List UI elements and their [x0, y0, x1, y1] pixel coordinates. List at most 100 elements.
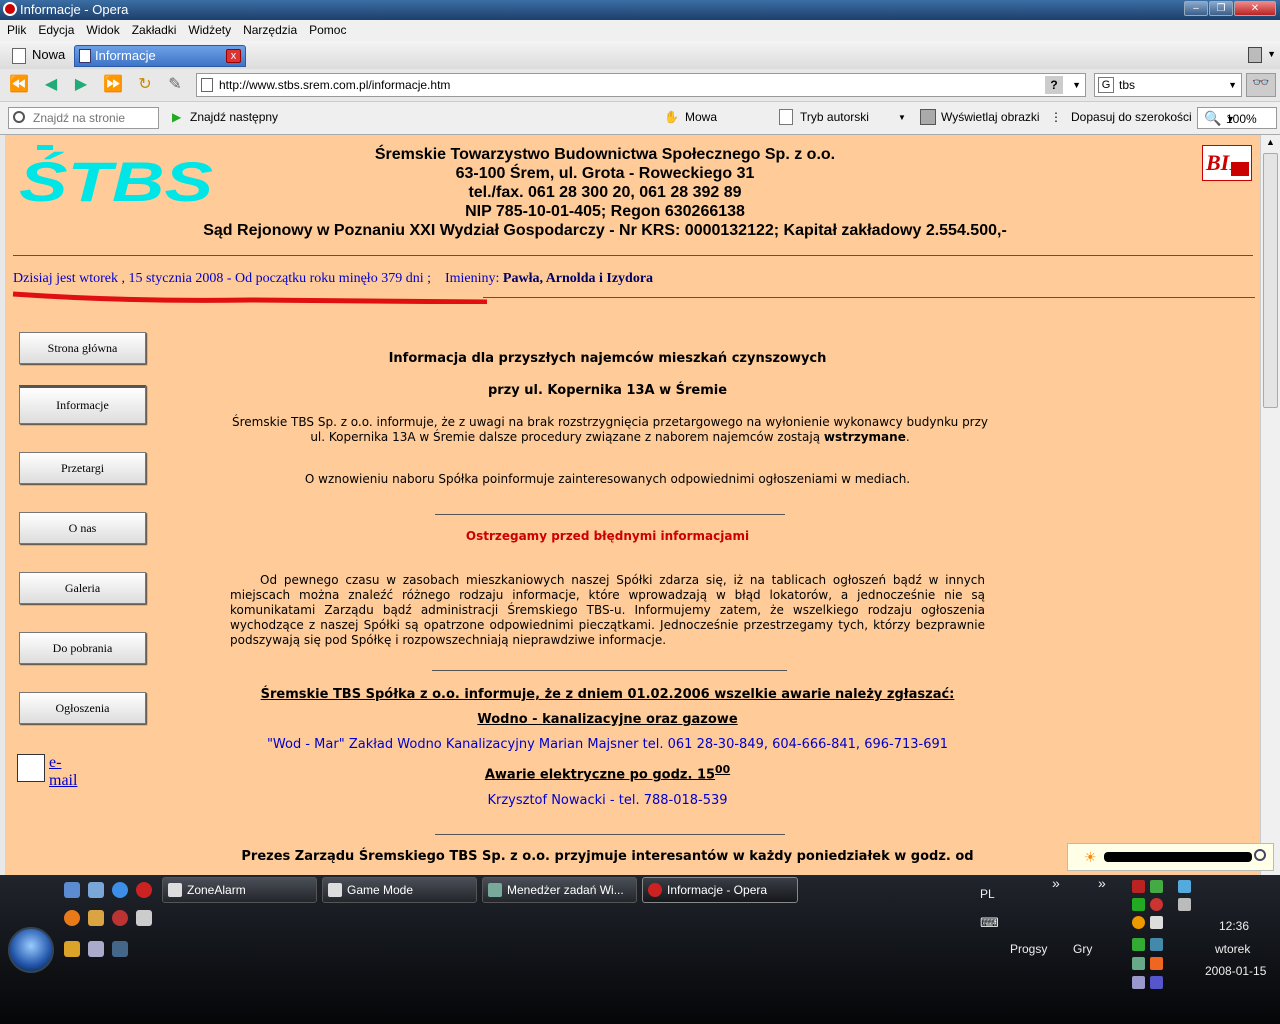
internet-explorer-icon[interactable]: [112, 882, 128, 898]
menu-item[interactable]: Zakładki: [125, 20, 182, 37]
shield-icon[interactable]: [1150, 898, 1163, 911]
clock-date[interactable]: 2008-01-15: [1205, 964, 1266, 978]
nav-przetargi[interactable]: Przetargi: [19, 452, 146, 484]
taskbar-opera[interactable]: Informacje - Opera: [642, 877, 798, 903]
network-icon[interactable]: [1178, 880, 1191, 893]
desktop-icon[interactable]: [64, 882, 80, 898]
tab-informacje[interactable]: Informacje x: [74, 45, 246, 67]
navigation-bar: ⏪ ◀ ▶ ⏩ ↻ ✎ ? ▼ G ▼ 👓: [0, 69, 1280, 102]
nav-galeria[interactable]: Galeria: [19, 572, 146, 604]
menu-item[interactable]: Widżety: [181, 20, 236, 37]
chevron-down-icon[interactable]: ▼: [1072, 80, 1081, 90]
taskbar-zonealarm[interactable]: ZoneAlarm: [162, 877, 317, 903]
opera-icon[interactable]: [136, 882, 152, 898]
url-input[interactable]: [219, 77, 1019, 93]
electric-heading-sup: 00: [715, 763, 731, 776]
vertical-scrollbar[interactable]: ▲: [1260, 135, 1280, 875]
taskbar-task-manager[interactable]: Menedżer zadań Wi...: [482, 877, 637, 903]
tray-icon[interactable]: [1150, 976, 1163, 989]
chevron-down-icon[interactable]: ▼: [1226, 114, 1272, 124]
search-box[interactable]: G ▼: [1094, 73, 1242, 97]
clock-day[interactable]: wtorek: [1215, 942, 1250, 956]
monitor-icon[interactable]: [1150, 916, 1163, 929]
volume-icon[interactable]: [1178, 898, 1191, 911]
back-icon[interactable]: ◀: [40, 75, 62, 95]
language-indicator[interactable]: PL: [980, 887, 995, 901]
nav-ogloszenia[interactable]: Ogłoszenia: [19, 692, 146, 724]
google-icon[interactable]: G: [1098, 77, 1114, 93]
scrollbar-thumb[interactable]: [1263, 153, 1278, 408]
start-button[interactable]: [8, 927, 54, 973]
app-icon[interactable]: [112, 910, 128, 926]
stbs-logo: ŚTBS: [19, 145, 213, 207]
find-field[interactable]: [8, 107, 159, 129]
minimize-button[interactable]: –: [1184, 1, 1208, 16]
zoom-select[interactable]: 🔍 100% ▼: [1197, 107, 1277, 129]
chevron-down-icon[interactable]: ▼: [1228, 80, 1237, 90]
search-icon[interactable]: [1254, 849, 1266, 861]
chevron-icon[interactable]: »: [1052, 875, 1060, 891]
fit-width-button[interactable]: Dopasuj do szerokości: [1071, 110, 1192, 124]
media-icon[interactable]: [64, 941, 80, 957]
menu-item[interactable]: Edycja: [31, 20, 79, 37]
search-input[interactable]: [1119, 77, 1219, 93]
nav-o-nas[interactable]: O nas: [19, 512, 146, 544]
new-tab-button[interactable]: Nowa: [6, 45, 68, 67]
tray-icon[interactable]: [1132, 976, 1145, 989]
tray-icon[interactable]: [1132, 938, 1145, 951]
tray-icon[interactable]: [1132, 957, 1145, 970]
menu-item[interactable]: Narzędzia: [236, 20, 302, 37]
taskbar-game-mode[interactable]: Game Mode: [322, 877, 477, 903]
email-link[interactable]: e-mail: [49, 754, 77, 790]
header-line: tel./fax. 061 28 300 20, 061 28 392 89: [468, 184, 742, 201]
edit-icon[interactable]: ✎: [164, 75, 186, 95]
bip-logo[interactable]: BIP: [1202, 145, 1252, 181]
nav-do-pobrania[interactable]: Do pobrania: [19, 632, 146, 664]
window-icon[interactable]: [136, 910, 152, 926]
home-icon[interactable]: [88, 910, 104, 926]
show-images-button[interactable]: Wyświetlaj obrazki: [941, 110, 1040, 124]
close-tab-icon[interactable]: x: [226, 49, 241, 63]
tray-icon[interactable]: [1150, 957, 1163, 970]
toolbar-progsy[interactable]: Progsy: [1010, 942, 1047, 956]
help-icon[interactable]: ?: [1045, 76, 1063, 94]
fast-forward-icon[interactable]: ⏩: [102, 75, 124, 95]
toolbar-gry[interactable]: Gry: [1073, 942, 1092, 956]
clock-time[interactable]: 12:36: [1219, 919, 1249, 933]
rewind-icon[interactable]: ⏪: [8, 75, 30, 95]
firefox-icon[interactable]: [64, 910, 80, 926]
glasses-icon[interactable]: 👓: [1246, 73, 1276, 97]
menu-item[interactable]: Widok: [79, 20, 124, 37]
chevron-down-icon[interactable]: ▼: [898, 113, 906, 122]
trash-icon[interactable]: [1248, 47, 1262, 63]
keyboard-icon[interactable]: ⌨: [980, 915, 999, 931]
close-window-button[interactable]: ✕: [1234, 1, 1276, 16]
tray-icon[interactable]: [1150, 880, 1163, 893]
chevron-down-icon[interactable]: ▼: [1267, 49, 1276, 59]
address-bar[interactable]: ? ▼: [196, 73, 1086, 97]
find-input[interactable]: [33, 111, 153, 125]
nav-strona-glowna[interactable]: Strona główna: [19, 332, 146, 364]
tray-icon[interactable]: [1132, 880, 1145, 893]
block-icon[interactable]: [1132, 916, 1145, 929]
calendar-icon[interactable]: [112, 941, 128, 957]
nav-informacje[interactable]: Informacje: [19, 385, 146, 424]
cloud-icon[interactable]: [88, 941, 104, 957]
forward-icon[interactable]: ▶: [70, 75, 92, 95]
tray-icon[interactable]: [1150, 938, 1163, 951]
tray-icon[interactable]: [1132, 898, 1145, 911]
weather-widget[interactable]: ☀: [1067, 843, 1274, 871]
envelope-icon[interactable]: [17, 754, 45, 782]
info-heading: Informacja dla przyszłych najemców miesz…: [388, 351, 827, 366]
maximize-button[interactable]: ❐: [1209, 1, 1233, 16]
menu-item[interactable]: Plik: [0, 20, 31, 37]
author-mode-button[interactable]: Tryb autorski: [800, 110, 869, 124]
chevron-icon[interactable]: »: [1098, 875, 1106, 891]
divider: [435, 514, 785, 515]
reload-icon[interactable]: ↻: [134, 75, 156, 95]
scroll-up-icon[interactable]: ▲: [1266, 137, 1275, 147]
find-next-button[interactable]: Znajdź następny: [190, 110, 278, 124]
menu-item[interactable]: Pomoc: [302, 20, 351, 37]
voice-button[interactable]: Mowa: [685, 110, 717, 124]
switch-windows-icon[interactable]: [88, 882, 104, 898]
